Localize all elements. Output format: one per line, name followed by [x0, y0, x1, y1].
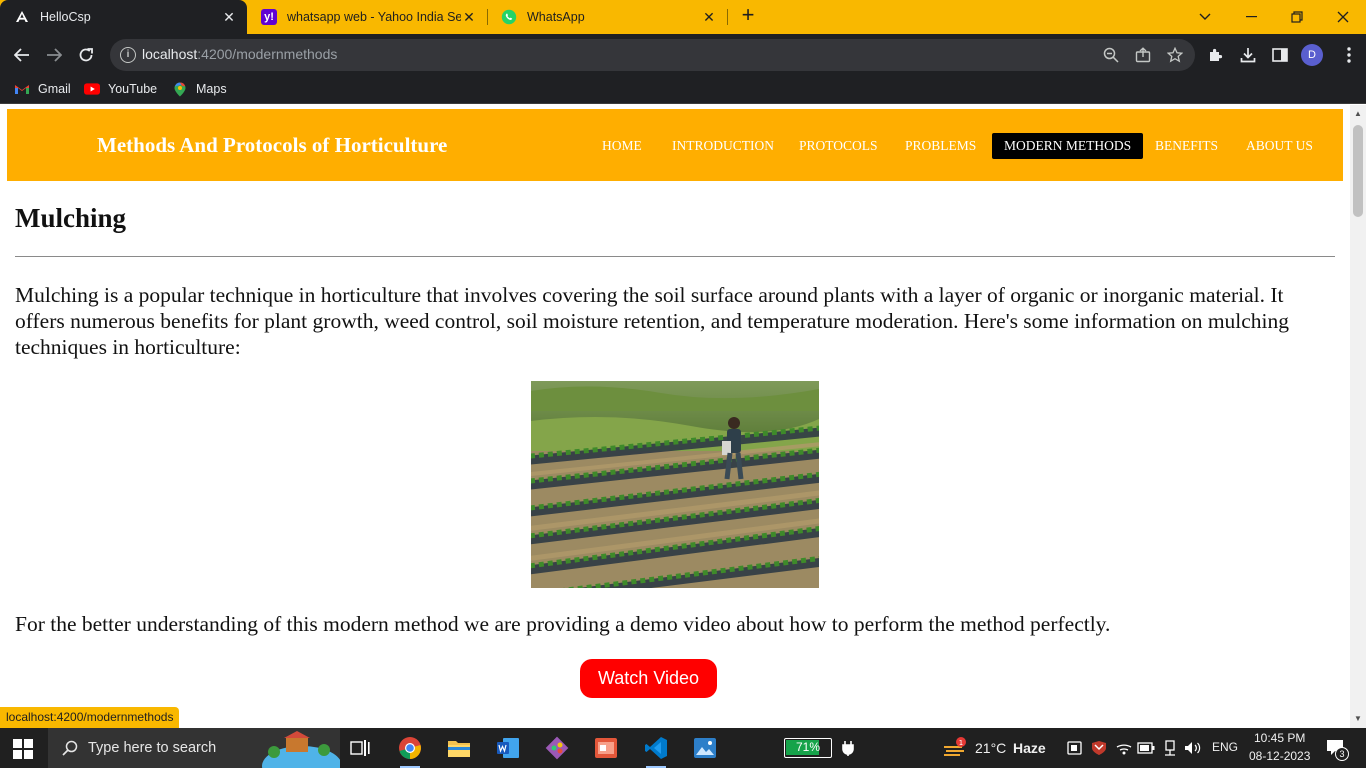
new-tab-button[interactable]: + — [737, 4, 759, 27]
page-viewport: Methods And Protocols of Horticulture HO… — [0, 105, 1350, 728]
bookmark-gmail[interactable]: Gmail — [14, 82, 71, 96]
notifications-icon[interactable]: 3 — [1323, 735, 1349, 761]
download-icon[interactable] — [1235, 42, 1261, 68]
battery-indicator[interactable]: 71% — [784, 738, 832, 758]
search-icon — [62, 740, 78, 756]
site-header: Methods And Protocols of Horticulture HO… — [7, 109, 1343, 181]
nav-home[interactable]: HOME — [590, 133, 654, 159]
nav-problems[interactable]: PROBLEMS — [893, 133, 988, 159]
search-highlight-illustration — [258, 730, 342, 768]
tab-whatsapp[interactable]: WhatsApp ✕ — [487, 0, 727, 34]
youtube-icon — [84, 82, 100, 96]
zoom-icon[interactable] — [1098, 42, 1124, 68]
power-plug-icon[interactable] — [835, 735, 861, 761]
yahoo-icon: y! — [261, 9, 277, 25]
url-text: localhost:4200/modernmethods — [142, 46, 338, 62]
tab-title: HelloCsp — [40, 10, 91, 24]
whatsapp-icon — [501, 9, 517, 25]
search-placeholder: Type here to search — [88, 740, 217, 756]
maps-icon — [172, 82, 188, 96]
antivirus-shield-icon[interactable] — [1086, 735, 1112, 761]
nav-protocols[interactable]: PROTOCOLS — [787, 133, 890, 159]
site-info-icon[interactable]: i — [120, 47, 136, 63]
scroll-down-arrow-icon[interactable]: ▼ — [1354, 714, 1362, 723]
weather-temperature[interactable]: 21°C — [975, 740, 1006, 756]
nav-modern-methods[interactable]: MODERN METHODS — [992, 133, 1144, 159]
file-explorer-icon[interactable] — [446, 735, 472, 761]
mulching-field-photo — [531, 381, 819, 588]
meet-now-icon[interactable] — [1062, 735, 1088, 761]
battery-percent: 71% — [795, 740, 821, 754]
watch-video-button[interactable]: Watch Video — [580, 659, 717, 698]
svg-text:1: 1 — [959, 739, 963, 747]
tab-yahoo-search[interactable]: y! whatsapp web - Yahoo India Search Res… — [247, 0, 487, 34]
share-icon[interactable] — [1130, 42, 1156, 68]
bookmark-youtube[interactable]: YouTube — [84, 82, 157, 96]
site-title: Methods And Protocols of Horticulture — [97, 133, 448, 157]
scrollbar-thumb[interactable] — [1353, 125, 1363, 217]
tab-separator — [727, 9, 728, 25]
side-panel-icon[interactable] — [1267, 42, 1293, 68]
address-bar[interactable]: i localhost:4200/modernmethods — [110, 39, 1195, 71]
tab-hellocsp[interactable]: HelloCsp ✕ — [0, 0, 247, 34]
word-icon[interactable] — [495, 735, 521, 761]
weather-description[interactable]: Haze — [1013, 740, 1046, 756]
powerpoint-icon[interactable] — [593, 735, 619, 761]
gmail-icon — [14, 82, 30, 96]
tab-search-chevron-icon[interactable] — [1182, 0, 1228, 34]
restore-icon[interactable] — [1274, 0, 1320, 34]
task-view-icon[interactable] — [347, 735, 373, 761]
tab-close-icon[interactable]: ✕ — [461, 9, 477, 26]
tab-strip: HelloCsp ✕ y! whatsapp web - Yahoo India… — [0, 0, 1366, 34]
clock-date[interactable]: 08-12-2023 — [1249, 749, 1310, 763]
extensions-puzzle-icon[interactable] — [1203, 42, 1229, 68]
link-status-bubble: localhost:4200/modernmethods — [0, 707, 180, 728]
nav-about-us[interactable]: ABOUT US — [1234, 133, 1325, 159]
close-window-icon[interactable] — [1320, 0, 1366, 34]
video-note-paragraph: For the better understanding of this mod… — [15, 612, 1111, 636]
section-heading: Mulching — [15, 203, 127, 233]
weather-icon[interactable]: 1 — [941, 735, 967, 761]
browser-toolbar: i localhost:4200/modernmethods D — [0, 34, 1366, 76]
battery-tray-icon[interactable] — [1133, 735, 1159, 761]
tab-title: whatsapp web - Yahoo India Search Result… — [287, 10, 461, 24]
nav-benefits[interactable]: BENEFITS — [1143, 133, 1230, 159]
tab-close-icon[interactable]: ✕ — [221, 9, 237, 26]
input-language[interactable]: ENG — [1212, 740, 1238, 754]
tab-close-icon[interactable]: ✕ — [701, 9, 717, 26]
intro-paragraph: Mulching is a popular technique in horti… — [15, 283, 1290, 359]
profile-avatar[interactable]: D — [1301, 44, 1323, 66]
volume-icon[interactable] — [1180, 735, 1206, 761]
taskbar-search-box[interactable]: Type here to search — [48, 728, 342, 768]
clock-time[interactable]: 10:45 PM — [1254, 731, 1305, 745]
bookmarks-bar: Gmail YouTube Maps — [0, 76, 1366, 104]
forward-arrow-icon[interactable] — [41, 42, 67, 68]
menu-kebab-icon[interactable] — [1336, 42, 1362, 68]
angular-icon — [14, 9, 30, 25]
minimize-icon[interactable] — [1228, 0, 1274, 34]
back-arrow-icon[interactable] — [9, 42, 35, 68]
windows-start-icon[interactable] — [13, 739, 33, 759]
photos-icon[interactable] — [692, 735, 718, 761]
heading-divider — [15, 256, 1335, 257]
bookmark-star-icon[interactable] — [1162, 42, 1188, 68]
chrome-taskbar-icon[interactable] — [397, 735, 423, 768]
vscode-icon[interactable] — [643, 735, 669, 768]
git-tool-icon[interactable] — [544, 735, 570, 761]
scroll-up-arrow-icon[interactable]: ▲ — [1354, 109, 1362, 118]
page-scrollbar[interactable]: ▲ ▼ — [1350, 105, 1366, 728]
notification-count: 3 — [1335, 747, 1349, 761]
reload-icon[interactable] — [73, 42, 99, 68]
tab-title: WhatsApp — [527, 10, 585, 24]
bookmark-maps[interactable]: Maps — [172, 82, 227, 96]
windows-taskbar: Type here to search 71% 1 21°C Haze ENG … — [0, 728, 1366, 768]
nav-introduction[interactable]: INTRODUCTION — [660, 133, 786, 159]
